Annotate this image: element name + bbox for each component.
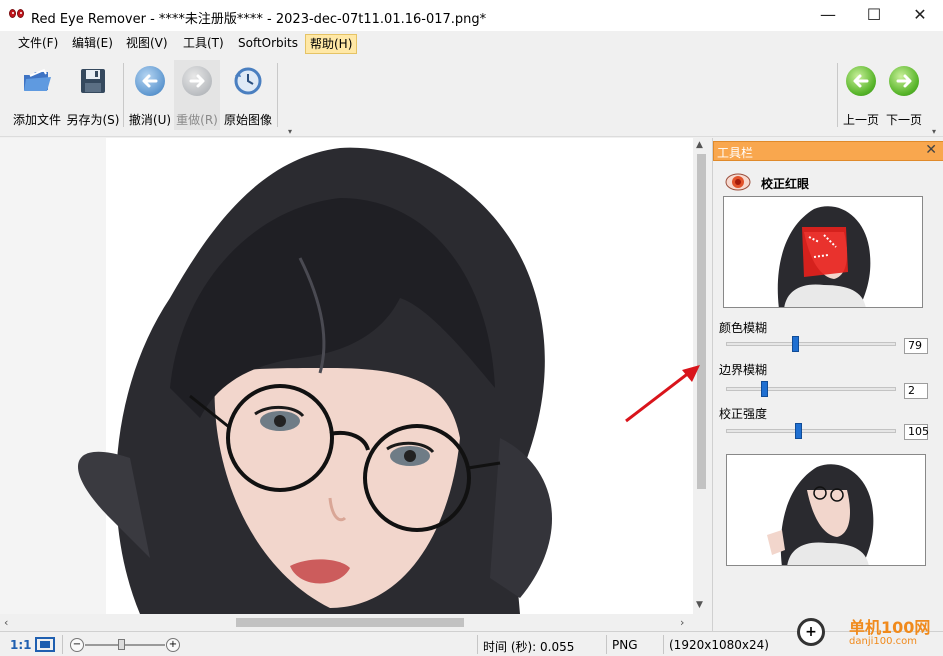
- correction-strength-value[interactable]: 105: [904, 424, 929, 440]
- edge-blur-slider[interactable]: [726, 381, 896, 397]
- floppy-disk-icon: [81, 69, 105, 93]
- undo-label: 撤消(U): [128, 113, 172, 127]
- save-as-button[interactable]: 另存为(S): [66, 60, 120, 130]
- tool-panel: 工具栏 ✕ 校正红眼 颜色模糊 79 边界模糊 2 校正强度 105: [712, 138, 943, 631]
- red-eye-section-title: 校正红眼: [761, 177, 810, 191]
- color-blur-label: 颜色模糊: [719, 321, 768, 335]
- zoom-in-button[interactable]: +: [166, 638, 180, 652]
- correction-strength-slider-knob[interactable]: [795, 423, 802, 439]
- undo-button[interactable]: 撤消(U): [127, 60, 173, 130]
- maximize-button[interactable]: ☐: [851, 0, 897, 31]
- correction-strength-slider[interactable]: [726, 423, 896, 439]
- status-separator: [62, 635, 63, 654]
- result-preview[interactable]: [726, 454, 926, 566]
- annotation-arrow-icon: [625, 365, 700, 423]
- fit-screen-icon[interactable]: [35, 637, 55, 653]
- prev-arrow-icon: [846, 66, 876, 96]
- scroll-up-icon[interactable]: ▲: [696, 140, 703, 150]
- status-separator: [606, 635, 607, 654]
- toolbar-separator: [837, 63, 838, 127]
- toolbar-separator: [277, 63, 278, 127]
- correction-strength-label: 校正强度: [719, 407, 768, 421]
- window-title: Red Eye Remover - ****未注册版**** - 2023-de…: [31, 12, 487, 27]
- prev-page-label: 上一页: [842, 113, 879, 127]
- original-image-label: 原始图像: [223, 113, 272, 127]
- undo-arrow-icon: [135, 66, 165, 96]
- mask-preview[interactable]: [723, 196, 923, 308]
- panel-close-button[interactable]: ✕: [925, 142, 937, 158]
- menu-help[interactable]: 帮助(H): [305, 34, 358, 54]
- site-watermark: + 单机100网 danji100.com: [795, 612, 943, 656]
- panel-header: 工具栏 ✕: [713, 141, 943, 161]
- edge-blur-value[interactable]: 2: [904, 383, 928, 399]
- horizontal-scrollbar[interactable]: ‹ ›: [0, 614, 693, 631]
- zoom-ratio-button[interactable]: 1:1: [10, 638, 32, 652]
- toolbar-overflow-icon[interactable]: ▾: [932, 127, 936, 136]
- toolbar-separator: [123, 63, 124, 127]
- vertical-scroll-thumb[interactable]: [697, 154, 706, 489]
- title-bar: Red Eye Remover - ****未注册版**** - 2023-de…: [0, 0, 943, 31]
- color-blur-value[interactable]: 79: [904, 338, 928, 354]
- image-dimensions: (1920x1080x24): [669, 638, 769, 652]
- save-as-label: 另存为(S): [66, 113, 120, 127]
- color-blur-slider-knob[interactable]: [792, 336, 799, 352]
- horizontal-scroll-thumb[interactable]: [236, 618, 464, 627]
- next-page-label: 下一页: [885, 113, 922, 127]
- close-button[interactable]: ✕: [897, 0, 943, 31]
- menu-tools[interactable]: 工具(T): [179, 34, 228, 54]
- watermark-subtext: danji100.com: [849, 636, 917, 647]
- status-separator: [477, 635, 478, 654]
- menu-softorbits[interactable]: SoftOrbits: [234, 34, 302, 54]
- redo-button[interactable]: 重做(R): [174, 60, 220, 130]
- toolbar-overflow-icon[interactable]: ▾: [288, 127, 292, 136]
- color-blur-slider[interactable]: [726, 336, 896, 352]
- original-image-button[interactable]: 原始图像: [221, 60, 275, 130]
- watermark-logo-icon: +: [797, 618, 825, 646]
- minimize-button[interactable]: —: [805, 0, 851, 31]
- edge-blur-slider-knob[interactable]: [761, 381, 768, 397]
- open-folder-icon: [24, 68, 51, 91]
- menu-bar: 文件(F) 编辑(E) 视图(V) 工具(T) SoftOrbits 帮助(H): [0, 31, 943, 57]
- scroll-left-icon[interactable]: ‹: [4, 616, 8, 629]
- menu-edit[interactable]: 编辑(E): [68, 34, 117, 54]
- zoom-out-button[interactable]: −: [70, 638, 84, 652]
- add-file-label: 添加文件: [12, 113, 61, 127]
- toolbar: 添加文件 另存为(S) 撤消(U) 重做(R) 原始图像 ▾ 上一页 下一页 ▾: [0, 57, 943, 137]
- next-page-button[interactable]: 下一页: [883, 60, 925, 130]
- clock-history-icon: [234, 67, 262, 95]
- edge-blur-label: 边界模糊: [719, 363, 768, 377]
- image-format: PNG: [612, 638, 638, 652]
- portrait-photo: [0, 138, 693, 614]
- image-canvas[interactable]: [0, 138, 693, 614]
- menu-view[interactable]: 视图(V): [122, 34, 172, 54]
- panel-title: 工具栏: [717, 146, 754, 160]
- scroll-corner: [693, 614, 710, 631]
- zoom-slider[interactable]: [85, 644, 165, 646]
- red-eye-icon: [725, 173, 751, 191]
- redo-label: 重做(R): [176, 113, 218, 127]
- processing-time: 时间 (秒): 0.055: [483, 640, 575, 654]
- watermark-text: 单机100网: [849, 618, 931, 637]
- prev-page-button[interactable]: 上一页: [841, 60, 881, 130]
- redo-arrow-icon: [182, 66, 212, 96]
- next-arrow-icon: [889, 66, 919, 96]
- app-logo-icon: [9, 9, 25, 21]
- add-file-button[interactable]: 添加文件: [10, 60, 64, 130]
- zoom-slider-knob[interactable]: [118, 639, 125, 650]
- status-separator: [663, 635, 664, 654]
- scroll-down-icon[interactable]: ▼: [696, 600, 703, 610]
- menu-file[interactable]: 文件(F): [14, 34, 62, 54]
- scroll-right-icon[interactable]: ›: [680, 616, 684, 629]
